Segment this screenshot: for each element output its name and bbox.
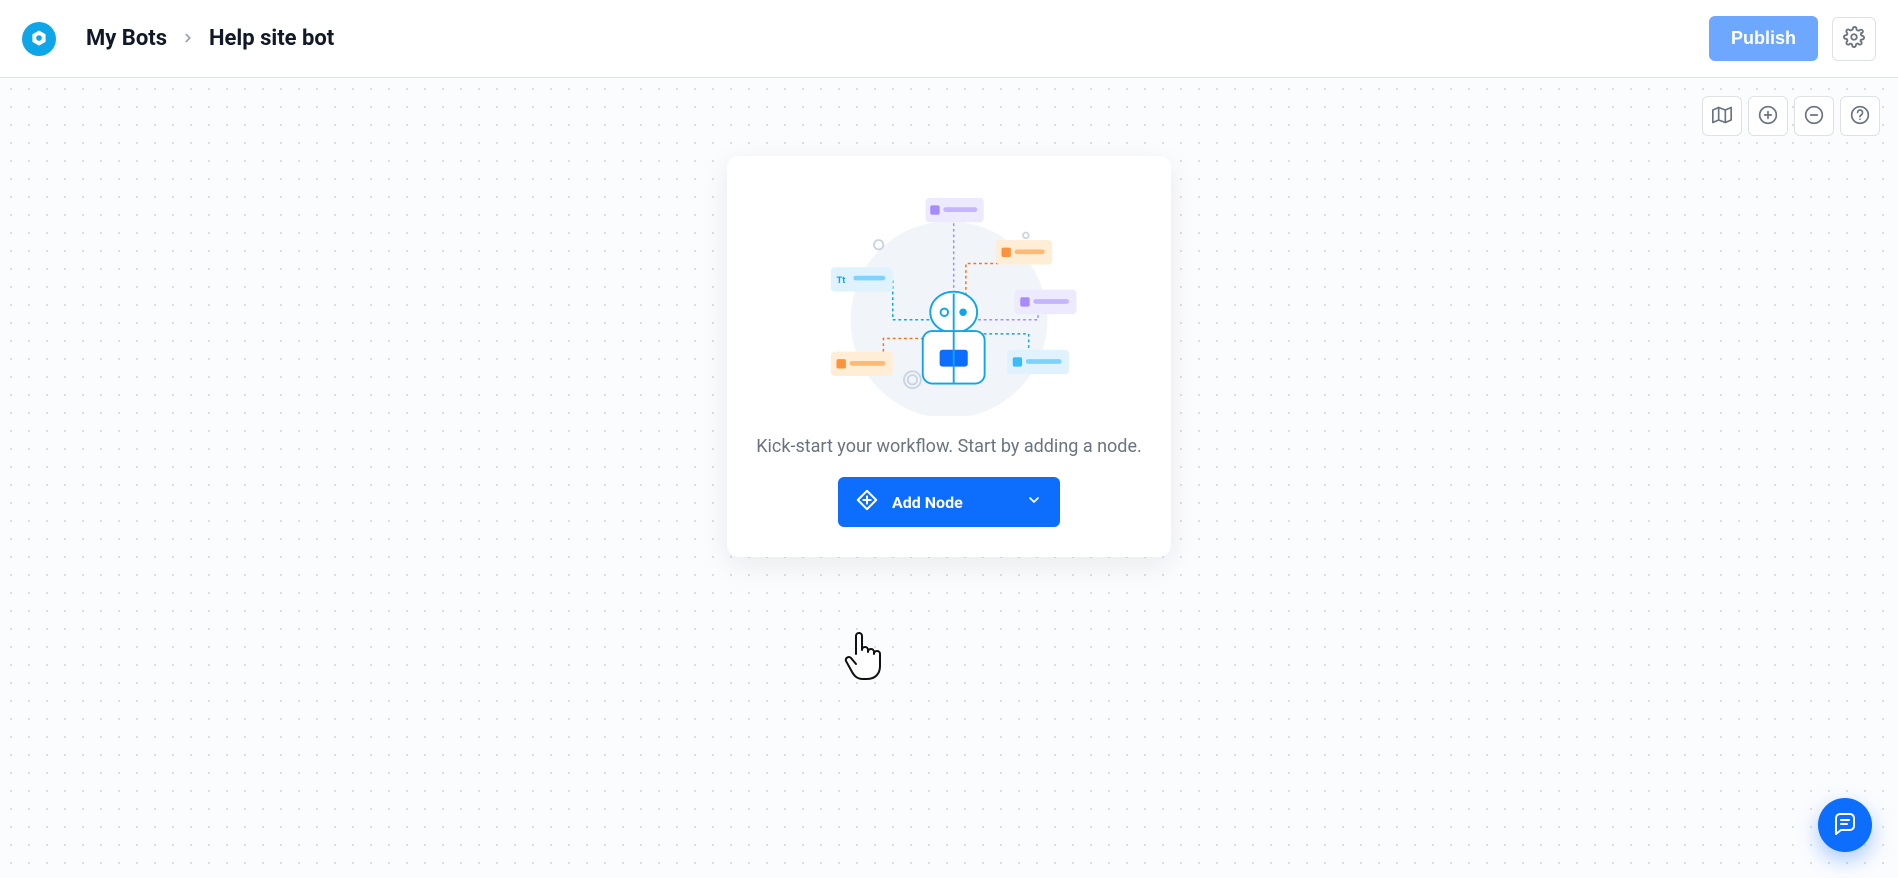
breadcrumb-root[interactable]: My Bots	[86, 26, 167, 51]
empty-state-card: Tt Kick-start your workflow. Start by	[727, 156, 1171, 557]
help-button[interactable]	[1840, 96, 1880, 136]
minimap-button[interactable]	[1702, 96, 1742, 136]
chevron-right-icon	[181, 26, 195, 51]
canvas-toolbar	[1702, 96, 1880, 136]
add-node-icon	[856, 489, 878, 515]
svg-text:Tt: Tt	[837, 275, 846, 286]
gear-icon	[1843, 26, 1865, 51]
help-circle-icon	[1850, 105, 1870, 128]
workflow-canvas[interactable]: Tt Kick-start your workflow. Start by	[0, 78, 1898, 878]
zoom-out-button[interactable]	[1794, 96, 1834, 136]
map-icon	[1712, 105, 1732, 128]
breadcrumb-current: Help site bot	[209, 26, 334, 51]
minus-circle-icon	[1804, 105, 1824, 128]
add-node-label: Add Node	[892, 493, 1012, 512]
empty-state-illustration: Tt	[799, 186, 1099, 416]
breadcrumb: My Bots Help site bot	[86, 26, 334, 51]
plus-circle-icon	[1758, 105, 1778, 128]
app-logo	[22, 22, 56, 56]
publish-button[interactable]: Publish	[1709, 16, 1818, 61]
chat-fab[interactable]	[1818, 798, 1872, 852]
chevron-down-icon	[1026, 492, 1042, 512]
cursor-hand-icon	[842, 628, 886, 686]
empty-state-message: Kick-start your workflow. Start by addin…	[756, 436, 1141, 457]
settings-button[interactable]	[1832, 17, 1876, 61]
app-header: My Bots Help site bot Publish	[0, 0, 1898, 78]
chat-icon	[1833, 811, 1857, 839]
add-node-button[interactable]: Add Node	[838, 477, 1060, 527]
zoom-in-button[interactable]	[1748, 96, 1788, 136]
